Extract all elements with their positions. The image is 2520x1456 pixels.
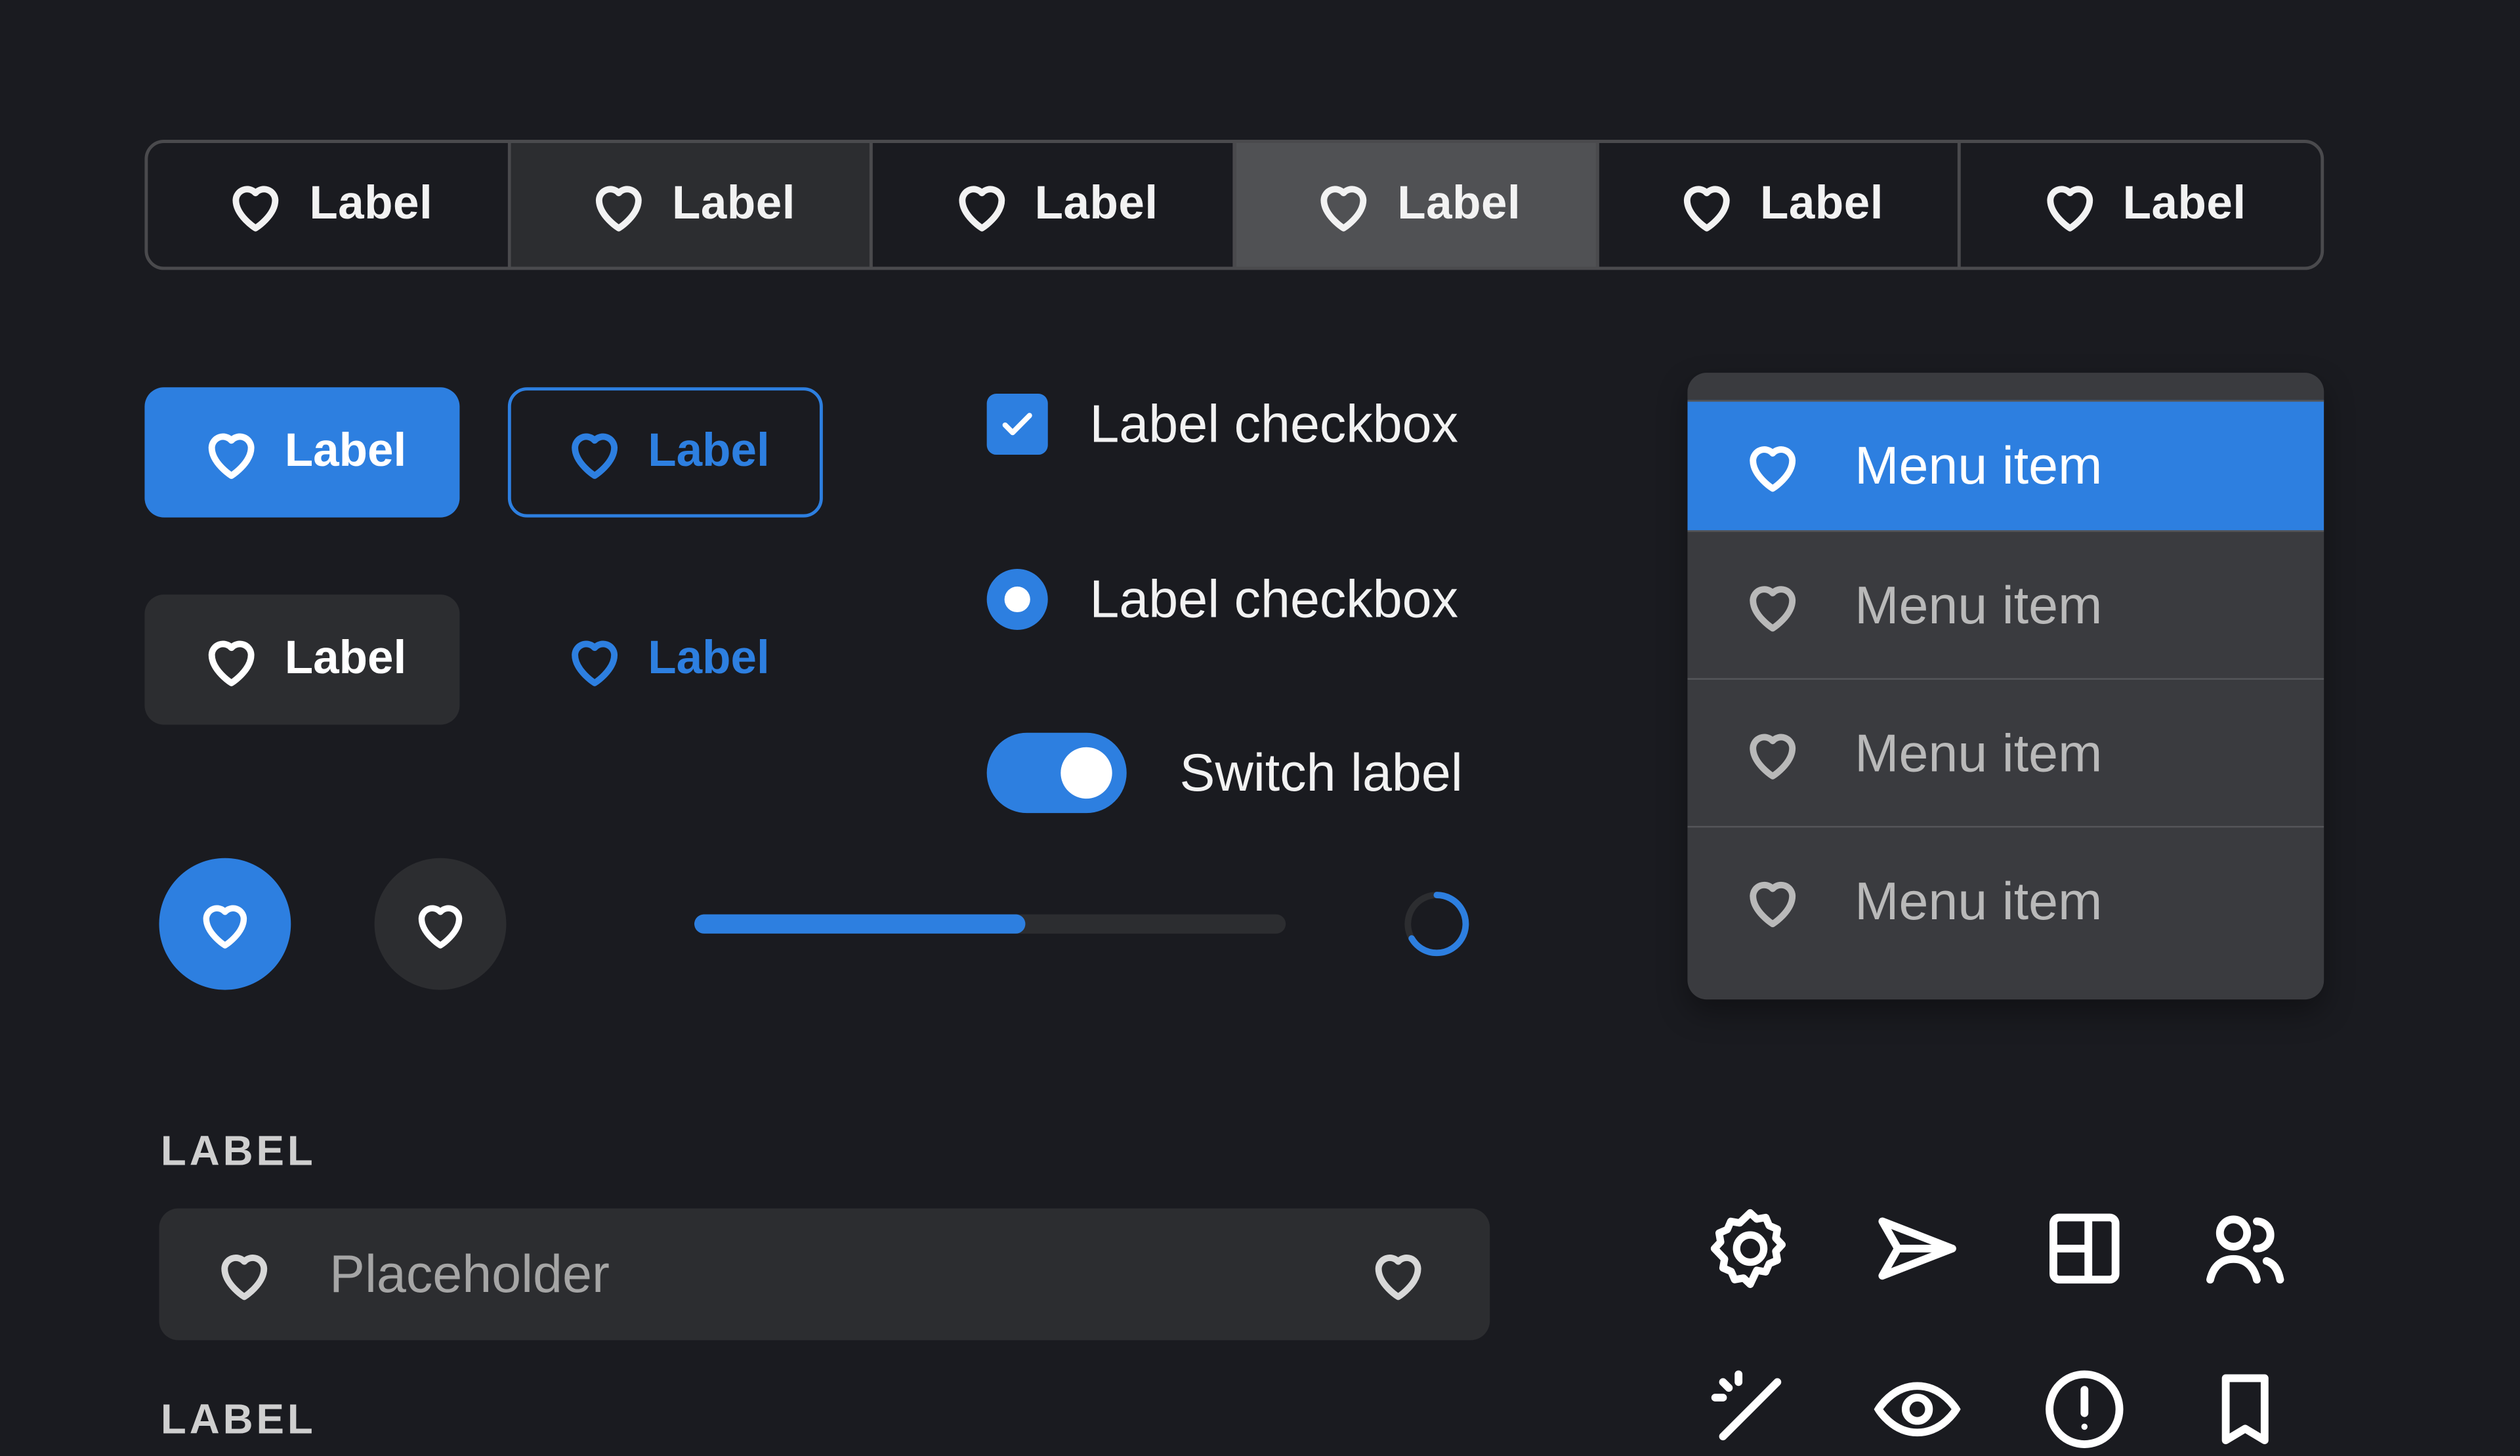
heart-icon [2036,171,2103,239]
button-label: Label [648,633,770,685]
checkbox-row[interactable]: Label checkbox [986,394,1459,455]
menu-item[interactable]: Menu item [1687,400,2324,531]
bookmark-icon[interactable] [2198,1363,2292,1456]
segment-2[interactable]: Label [510,142,873,267]
menu-item[interactable]: Menu item [1687,678,2324,825]
segment-label: Label [1759,178,1883,230]
segment-label: Label [1397,178,1521,230]
alert-icon[interactable] [2038,1363,2131,1456]
segment-5[interactable]: Label [1599,142,1962,267]
menu-item-label: Menu item [1855,435,2103,495]
send-icon[interactable] [1871,1202,1964,1295]
toggle-switch[interactable] [986,732,1127,814]
users-icon[interactable] [2198,1202,2292,1295]
segmented-control: Label Label Label Label Label Label [144,140,2324,270]
checkbox-label: Label checkbox [1089,394,1459,453]
heart-icon [1739,572,1807,639]
button-label: Label [284,633,407,685]
heart-icon [1739,432,1807,500]
heart-icon [198,626,266,694]
switch-label: Switch label [1179,742,1463,802]
radio-row[interactable]: Label checkbox [986,568,1459,630]
heart-icon [193,892,257,956]
heart-icon [1739,719,1807,787]
eye-icon[interactable] [1871,1363,1964,1456]
icon-grid [1704,1202,2315,1448]
magic-wand-icon[interactable] [1704,1363,1797,1456]
heart-icon [198,419,266,486]
menu-item[interactable]: Menu item [1687,825,2324,974]
heart-icon [1311,171,1378,239]
segment-4[interactable]: Label [1236,142,1599,267]
favorite-icon-button[interactable] [159,858,291,990]
loading-spinner [1402,888,1473,959]
segment-label: Label [1034,178,1158,230]
segment-6[interactable]: Label [1962,143,2321,267]
heart-icon [211,1241,278,1308]
menu-item[interactable]: Menu item [1687,530,2324,678]
heart-icon [561,626,629,694]
checkbox[interactable] [986,394,1048,455]
segment-label: Label [671,178,795,230]
switch-row[interactable]: Switch label [986,732,1463,814]
outline-button[interactable]: Label [507,387,823,518]
root: Label Label Label Label Label Label Labe… [0,0,2520,1448]
heart-icon [222,171,290,239]
segment-3[interactable]: Label [873,142,1236,267]
search-input[interactable]: Placeholder [159,1208,1490,1341]
radio-button[interactable] [986,568,1048,630]
text-button[interactable]: Label [508,594,823,724]
second-field-label: LABEL [160,1394,316,1444]
dropdown-menu: Menu item Menu item Menu item Menu item [1687,373,2324,1000]
heart-icon [408,892,472,956]
segment-1[interactable]: Label [148,142,511,267]
heart-icon [585,171,653,239]
segment-label: Label [2122,178,2246,230]
check-icon [1002,413,1032,436]
input-placeholder: Placeholder [329,1243,610,1304]
menu-top [1687,373,2324,400]
field-label: LABEL [160,1126,316,1175]
heart-icon [948,171,1015,239]
radio-label: Label checkbox [1089,568,1459,629]
heart-icon [1739,867,1807,934]
heart-icon [561,419,629,486]
button-label: Label [284,425,407,478]
button-label: Label [648,425,770,478]
segment-label: Label [309,178,433,230]
menu-item-label: Menu item [1855,870,2103,930]
heart-icon [1673,171,1741,239]
progress-bar [694,914,1286,934]
trailing-heart-icon[interactable] [1364,1241,1432,1308]
favorite-icon-button-secondary[interactable] [374,858,507,990]
dark-button[interactable]: Label [144,594,460,725]
menu-item-label: Menu item [1855,574,2103,634]
menu-item-label: Menu item [1855,722,2103,782]
progress-fill [694,914,1026,934]
gear-icon[interactable] [1704,1202,1797,1295]
switch-knob [1060,747,1112,799]
layout-icon[interactable] [2038,1202,2131,1295]
filled-button[interactable]: Label [144,387,460,518]
